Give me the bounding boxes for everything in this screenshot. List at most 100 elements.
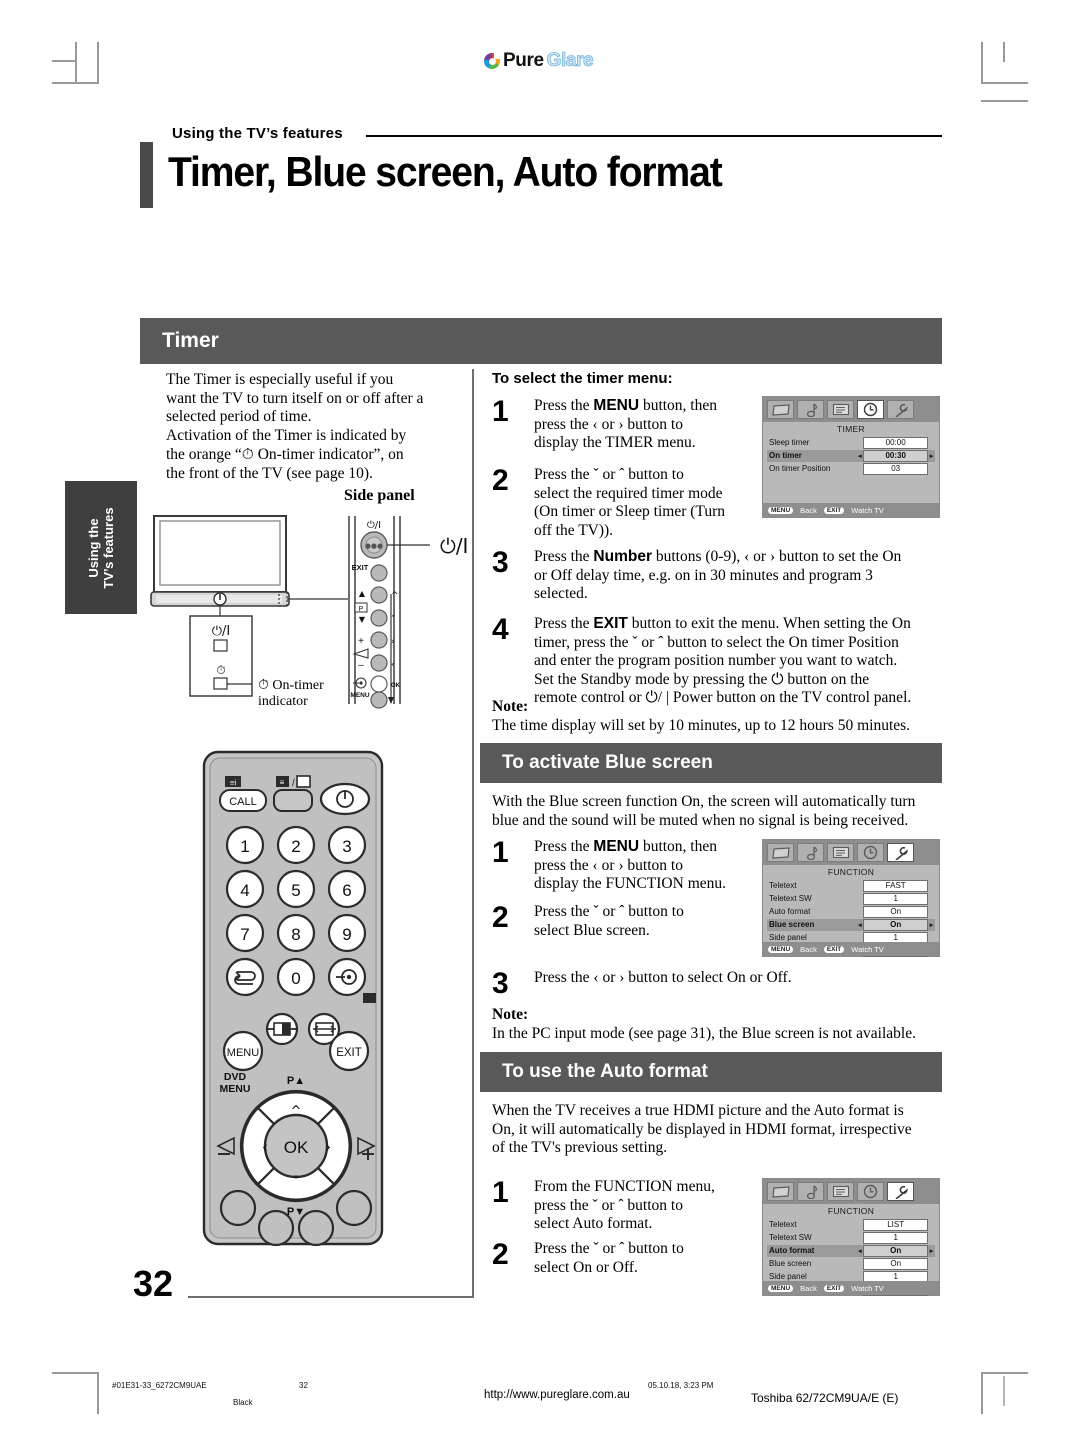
footer-url[interactable]: http://www.pureglare.com.au [484,1389,630,1401]
osd-row[interactable]: Blue screen On [767,1258,935,1270]
osd-right-caret-icon[interactable]: ▸ [928,1247,935,1255]
step-text: Press the EXIT button to exit the menu. … [534,615,954,708]
svg-text:≡i: ≡i [230,779,237,788]
note-text: In the PC input mode (see page 31), the … [492,1025,916,1042]
osd-timer-menu: TIMER Sleep timer 00:00 On timer ◂ 00:30… [762,396,940,518]
osd-sound-icon[interactable] [797,1182,824,1201]
osd-left-caret-icon[interactable]: ◂ [856,921,863,929]
osd-picture-icon[interactable] [767,1182,794,1201]
step-line: Press the ˇ or ˆ button to [534,903,684,920]
step-line: remote control or ⏻/ | Power button on t… [534,689,912,706]
menu-button-ref: MENU [593,397,640,414]
osd-icon-row [763,397,939,422]
step-line: Press the ˇ or ˆ button to [534,466,684,483]
step-number: 2 [492,1238,509,1271]
step-line: selected. [534,585,588,602]
svg-text:EXIT: EXIT [336,1047,362,1059]
on-timer-indicator-caption: ⏱ On-timer indicator [258,677,324,710]
svg-text:^: ^ [291,1104,302,1119]
osd-function-wrench-icon[interactable] [887,400,914,419]
osd-row[interactable]: Sleep timer 00:00 [767,437,935,449]
osd-timer-clock-icon[interactable] [857,1182,884,1201]
osd-left-caret-icon[interactable]: ◂ [856,1247,863,1255]
title-accent-bar [140,142,153,208]
timer-intro-l3: selected period of time. [166,408,312,425]
footer-left-page: 32 [299,1381,308,1390]
step-line: off the TV)). [534,521,614,539]
svg-text:˅: ˅ [391,615,396,625]
crop-mark-tr-v [981,42,983,84]
osd-teletext-icon[interactable] [827,843,854,862]
osd-row-value: 1 [863,1232,928,1244]
osd-row-label: Blue screen [769,1259,812,1269]
osd-picture-icon[interactable] [767,400,794,419]
svg-text:DVD: DVD [224,1071,247,1083]
step-line: select Auto format. [534,1215,653,1232]
osd-teletext-icon[interactable] [827,1182,854,1201]
osd-row-label: On timer [769,451,802,461]
osd-menu-title: TIMER [837,424,865,434]
osd-left-caret-icon[interactable]: ◂ [856,452,863,460]
osd-footer: MENU Back EXIT Watch TV [763,942,939,956]
osd-row-label: Teletext [769,1220,797,1230]
auto-format-intro: When the TV receives a true HDMI picture… [492,1102,952,1158]
osd-row[interactable]: On timer ◂ 00:30 ▸ [767,450,935,462]
step-line: timer, press the ˇ or ˆ button to select… [534,633,899,651]
blue-intro-l2: blue and the sound will be muted when no… [492,811,909,829]
svg-text:‹: ‹ [262,1138,268,1156]
osd-timer-clock-icon[interactable] [857,843,884,862]
section-band-auto-format: To use the Auto format [480,1052,942,1092]
osd-function-wrench-icon[interactable] [887,843,914,862]
step-line: Press the ‹ or › button to select On or … [534,969,792,986]
osd-menu-key-text: Back [800,1283,817,1293]
osd-exit-key-badge[interactable]: EXIT [823,1284,845,1292]
osd-teletext-icon[interactable] [827,400,854,419]
svg-text:⏻/I: ⏻/I [367,520,381,531]
crop-mark-tl-v2 [75,42,77,84]
svg-text:6: 6 [342,881,351,900]
step-text: Press the ‹ or › button to select On or … [534,969,954,988]
osd-row[interactable]: Teletext SW 1 [767,893,935,905]
osd-exit-key-badge[interactable]: EXIT [823,506,845,514]
svg-text:9: 9 [342,925,351,944]
osd-sound-icon[interactable] [797,400,824,419]
osd-row-value: On [863,906,928,918]
osd-row[interactable]: Auto format On [767,906,935,918]
osd-menu-key-badge[interactable]: MENU [768,945,794,953]
osd-menu-key-badge[interactable]: MENU [768,1284,794,1292]
osd-row[interactable]: Teletext FAST [767,880,935,892]
step-line: and enter the program position number yo… [534,652,898,669]
svg-text:+: + [358,636,364,647]
auto-intro-l3: of the TV's previous setting. [492,1139,668,1156]
footer-left-code: #01E31-33_6272CM9UAE [112,1381,207,1390]
osd-row[interactable]: Teletext LIST [767,1219,935,1231]
osd-row[interactable]: Teletext SW 1 [767,1232,935,1244]
osd-sound-icon[interactable] [797,843,824,862]
osd-row-label: On timer Position [769,464,831,474]
clock-icon: ⏱ [241,445,254,463]
svg-text:MENU: MENU [350,692,369,699]
page-number: 32 [133,1263,174,1304]
osd-picture-icon[interactable] [767,843,794,862]
pureglare-logo: Pure Glare [484,50,594,72]
crop-mark-tr-v2 [1003,42,1005,62]
menu-button-ref: MENU [593,838,640,855]
step-line: display the TIMER menu. [534,434,696,451]
osd-right-caret-icon[interactable]: ▸ [928,452,935,460]
osd-row-value: 00:30 [863,450,928,462]
osd-menu-key-badge[interactable]: MENU [768,506,794,514]
step-line: select Blue screen. [534,921,650,939]
osd-row-label: Side panel [769,933,807,943]
osd-exit-key-badge[interactable]: EXIT [823,945,845,953]
osd-row[interactable]: Auto format ◂ On ▸ [767,1245,935,1257]
osd-timer-clock-icon[interactable] [857,400,884,419]
osd-row[interactable]: On timer Position 03 [767,463,935,475]
osd-function-wrench-icon[interactable] [887,1182,914,1201]
step-number: 3 [492,546,509,579]
osd-row[interactable]: Blue screen ◂ On ▸ [767,919,935,931]
crop-mark-tr-h [981,82,1028,84]
svg-text:1: 1 [240,837,249,856]
osd-row-label: Teletext SW [769,1233,812,1243]
osd-right-caret-icon[interactable]: ▸ [928,921,935,929]
step-text: Press the Number buttons (0-9), ‹ or › b… [534,548,954,604]
